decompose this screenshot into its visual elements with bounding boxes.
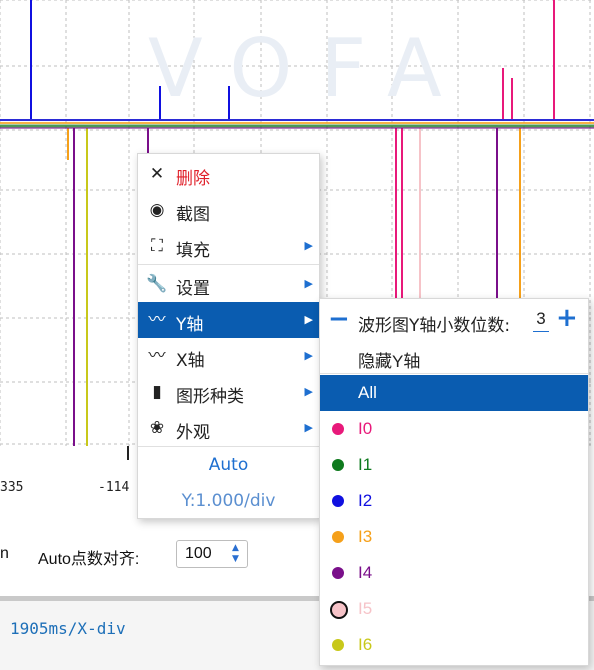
decimal-places-row: − 波形图Y轴小数位数: 3 +: [320, 303, 588, 339]
menu-item-label: Y轴: [176, 315, 204, 335]
channel-item[interactable]: I4: [320, 555, 588, 591]
hide-y-axis-label: 隐藏Y轴: [358, 352, 421, 371]
channel-label: I2: [358, 491, 373, 510]
menu-item-2[interactable]: ◉ 截图: [138, 192, 319, 228]
auto-align-value[interactable]: 100: [185, 545, 212, 563]
increase-decimal-button[interactable]: +: [556, 303, 578, 333]
wrench-icon: 🔧: [146, 274, 168, 294]
menu-item-8[interactable]: ❀ 外观 ▶: [138, 410, 319, 446]
x-tick-label: -114: [98, 480, 130, 495]
x-axis-wave-icon: 〰: [148, 346, 166, 366]
y-scale-label: Y:1.000/div: [181, 491, 276, 511]
channel-item[interactable]: I5: [320, 591, 588, 627]
menu-separator: [138, 446, 319, 447]
menu-item-label: X轴: [176, 351, 205, 371]
submenu-arrow-icon: ▶: [304, 313, 313, 326]
menu-item-label: 截图: [176, 205, 210, 225]
channel-label: I1: [358, 455, 373, 474]
screenshot-icon: ◉: [149, 200, 165, 220]
channel-color-dot-icon: [330, 601, 348, 619]
menu-item-5[interactable]: 〰 Y轴 ▶: [138, 302, 319, 338]
hide-y-axis-item[interactable]: 隐藏Y轴: [320, 339, 588, 375]
channel-color-dot-icon: [332, 531, 344, 543]
menu-item-label: 设置: [176, 279, 210, 299]
submenu-arrow-icon: ▶: [304, 385, 313, 398]
channel-color-dot-icon: [332, 459, 344, 471]
appearance-icon: ❀: [149, 418, 165, 438]
channel-all-label: All: [358, 383, 377, 402]
channel-item[interactable]: I3: [320, 519, 588, 555]
channel-label: I5: [358, 599, 373, 618]
menu-item-6[interactable]: 〰 X轴 ▶: [138, 338, 319, 374]
auto-scale-button[interactable]: Auto: [138, 455, 319, 475]
channel-label: I0: [358, 419, 373, 438]
menu-item-label: 删除: [176, 169, 210, 189]
y-axis-wave-icon: 〰: [148, 310, 166, 330]
auto-align-stepper[interactable]: 100 ▲ ▼: [176, 540, 248, 568]
channel-color-dot-icon: [332, 567, 344, 579]
submenu-arrow-icon: ▶: [304, 421, 313, 434]
menu-item-label: 填充: [176, 241, 210, 261]
signal-baseline: [0, 119, 594, 129]
menu-item-3[interactable]: ⛶ 填充 ▶: [138, 228, 319, 264]
menu-item-label: 外观: [176, 423, 210, 443]
stepper-down-icon[interactable]: ▼: [232, 554, 239, 564]
context-menu: ✕ 删除 ◉ 截图 ⛶ 填充 ▶ 🔧 设置 ▶ 〰 Y轴 ▶ 〰 X轴 ▶ ▮ 图形种类 ▶ ❀ 外观 ▶ Auto Y:1.…: [137, 153, 320, 519]
submenu-separator: [320, 373, 588, 374]
close-icon: ✕: [149, 164, 165, 184]
channel-item[interactable]: I2: [320, 483, 588, 519]
menu-separator: [138, 264, 319, 265]
decimal-places-input[interactable]: 3: [533, 309, 549, 332]
y-axis-submenu: − 波形图Y轴小数位数: 3 + 隐藏Y轴 All I0 I1 I2 I3 I4 I5 I6: [319, 298, 589, 666]
decimal-places-label: 波形图Y轴小数位数:: [358, 316, 511, 336]
channel-color-dot-icon: [332, 495, 344, 507]
fill-icon: ⛶: [151, 236, 163, 256]
x-tick-mark: [127, 446, 129, 460]
unit-label: n: [0, 545, 9, 562]
channel-item[interactable]: I0: [320, 411, 588, 447]
auto-align-label: Auto点数对齐:: [38, 551, 140, 568]
channel-color-dot-icon: [332, 639, 344, 651]
decrease-decimal-button[interactable]: −: [328, 304, 350, 334]
submenu-arrow-icon: ▶: [304, 349, 313, 362]
submenu-arrow-icon: ▶: [304, 239, 313, 252]
submenu-arrow-icon: ▶: [304, 277, 313, 290]
channel-color-dot-icon: [332, 423, 344, 435]
bar-chart-icon: ▮: [152, 382, 162, 402]
channel-label: I6: [358, 635, 373, 654]
menu-item-1[interactable]: ✕ 删除: [138, 156, 319, 192]
channel-item[interactable]: I6: [320, 627, 588, 663]
channel-item[interactable]: I1: [320, 447, 588, 483]
channel-label: I4: [358, 563, 373, 582]
x-tick-label: 335: [0, 480, 24, 495]
menu-item-7[interactable]: ▮ 图形种类 ▶: [138, 374, 319, 410]
menu-item-label: 图形种类: [176, 387, 244, 407]
watermark: VOFA: [148, 22, 470, 115]
time-scale-label: 1905ms/X-div: [10, 619, 126, 638]
channel-label: I3: [358, 527, 373, 546]
menu-item-4[interactable]: 🔧 设置 ▶: [138, 266, 319, 302]
channel-all-item[interactable]: All: [320, 375, 588, 411]
stepper-up-icon[interactable]: ▲: [232, 543, 239, 553]
